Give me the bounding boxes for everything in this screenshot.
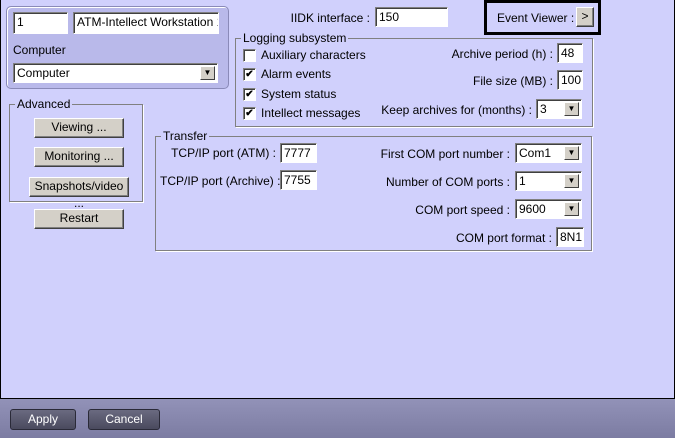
advanced-title: Advanced — [15, 97, 73, 111]
iidk-label: IIDK interface : — [290, 11, 370, 25]
num-com-select[interactable]: 1 ▼ — [515, 171, 582, 191]
checkbox[interactable]: ✔ — [243, 87, 256, 101]
tcp-archive-field[interactable]: 7755 — [280, 170, 317, 190]
com-speed-label: COM port speed : — [415, 203, 510, 217]
checkbox[interactable]: ✔ — [243, 67, 256, 81]
logging-checkbox-row[interactable]: ✔ System status — [243, 87, 336, 101]
file-size-label: File size (MB) : — [472, 74, 553, 88]
keep-archives-select[interactable]: 3 ▼ — [536, 99, 582, 119]
name-field[interactable]: ATM-Intellect Workstation 1 — [73, 12, 219, 34]
checkbox-label: System status — [261, 87, 337, 101]
keep-archives-label: Keep archives for (months) : — [381, 103, 532, 117]
restart-button[interactable]: Restart — [34, 209, 124, 229]
tcp-atm-label: TCP/IP port (ATM) : — [171, 146, 276, 160]
first-com-value: Com1 — [519, 146, 552, 160]
logging-checkbox-row[interactable]: Auxiliary characters — [243, 48, 366, 62]
snapshots-video-button[interactable]: Snapshots/video ... — [29, 177, 129, 210]
checkbox-label: Auxiliary characters — [261, 48, 366, 62]
viewing-button[interactable]: Viewing ... — [34, 118, 124, 138]
keep-archives-value: 3 — [540, 102, 547, 116]
event-viewer-button[interactable]: > — [576, 7, 594, 27]
logging-checkbox-row[interactable]: ✔ Intellect messages — [243, 106, 360, 120]
transfer-title: Transfer — [161, 129, 210, 143]
tcp-atm-field[interactable]: 7777 — [280, 143, 317, 163]
chevron-down-icon: ▼ — [564, 146, 579, 160]
com-speed-select[interactable]: 9600 ▼ — [515, 199, 582, 219]
checkbox[interactable]: ✔ — [243, 106, 256, 120]
archive-period-label: Archive period (h) : — [451, 47, 553, 61]
footer-bar: Apply Cancel — [0, 399, 675, 438]
com-speed-value: 9600 — [519, 202, 546, 216]
apply-button[interactable]: Apply — [10, 409, 76, 430]
id-field[interactable]: 1 — [13, 12, 68, 34]
first-com-select[interactable]: Com1 ▼ — [515, 143, 582, 163]
file-size-field[interactable]: 100 — [557, 70, 583, 90]
event-viewer-label: Event Viewer : — [497, 11, 575, 25]
archive-period-field[interactable]: 48 — [557, 43, 583, 63]
chevron-down-icon: ▼ — [564, 202, 579, 216]
computer-select[interactable]: Computer ▼ — [13, 63, 218, 83]
computer-value: Computer — [17, 66, 70, 80]
logging-title: Logging subsystem — [241, 31, 349, 45]
checkbox-label: Intellect messages — [261, 106, 361, 120]
tcp-archive-label: TCP/IP port (Archive) : — [160, 174, 281, 188]
num-com-value: 1 — [519, 174, 526, 188]
first-com-label: First COM port number : — [380, 147, 510, 161]
monitoring-button[interactable]: Monitoring ... — [34, 147, 124, 167]
logging-checkbox-row[interactable]: ✔ Alarm events — [243, 67, 331, 81]
computer-label: Computer — [13, 43, 66, 57]
com-format-label: COM port format : — [455, 231, 552, 245]
checkbox[interactable] — [243, 48, 256, 62]
chevron-down-icon: ▼ — [564, 174, 579, 188]
com-format-field[interactable]: 8N1 — [556, 227, 584, 247]
cancel-button[interactable]: Cancel — [88, 409, 160, 430]
chevron-down-icon: ▼ — [200, 66, 215, 80]
iidk-field[interactable]: 150 — [375, 7, 448, 27]
num-com-label: Number of COM ports : — [385, 175, 510, 189]
chevron-down-icon: ▼ — [564, 102, 579, 116]
checkbox-label: Alarm events — [261, 67, 332, 81]
